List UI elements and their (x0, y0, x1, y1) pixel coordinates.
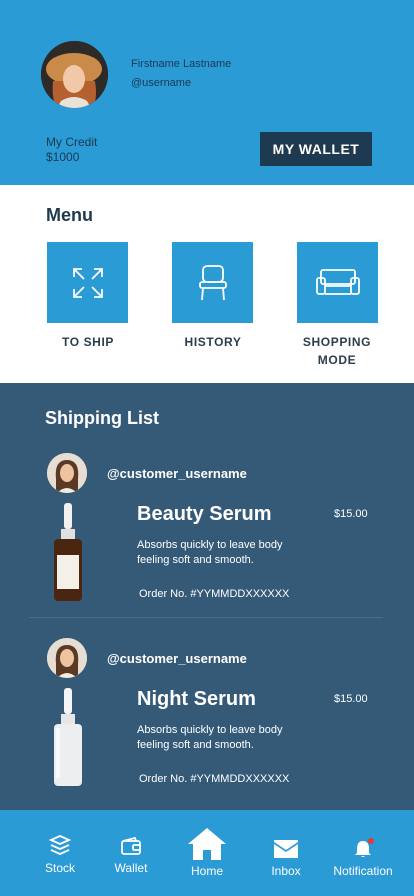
profile-header: Firstname Lastname @username My Credit $… (0, 0, 414, 185)
to-ship-tile[interactable] (47, 242, 128, 323)
menu-section: Menu TO SHIP HISTORY SHOPPING MODE (0, 185, 414, 383)
nav-stock-label: Stock (44, 861, 75, 875)
expand-arrows-icon (72, 267, 103, 298)
order-number: Order No. #YYMMDDXXXXXX (139, 588, 290, 600)
profile-handle: @username (131, 77, 192, 89)
credit-label: My Credit (46, 135, 98, 149)
credit-value: $1000 (46, 150, 80, 164)
nav-home-label: Home (190, 864, 223, 878)
nav-home[interactable]: Home (177, 810, 237, 896)
customer-avatar (47, 453, 87, 493)
shipping-list-section: Shipping List @customer_username Beauty … (0, 383, 414, 810)
serum-bottle-white (54, 688, 82, 786)
nav-inbox[interactable]: Inbox (256, 810, 316, 896)
nav-wallet-label: Wallet (114, 861, 148, 875)
history-tile[interactable] (172, 242, 253, 323)
serum-bottle-amber (54, 503, 82, 601)
profile-name: Firstname Lastname (131, 58, 232, 70)
customer-avatar (47, 638, 87, 678)
order-divider (29, 617, 383, 618)
sofa-icon (315, 268, 360, 295)
product-description: Absorbs quickly to leave body feeling so… (137, 539, 283, 566)
home-icon (188, 828, 226, 860)
order-number: Order No. #YYMMDDXXXXXX (139, 773, 290, 785)
customer-username: @customer_username (107, 651, 247, 666)
product-name: Night Serum (137, 688, 256, 710)
credit-block: My Credit $1000 (46, 135, 97, 165)
layers-icon (49, 835, 71, 855)
product-name: Beauty Serum (137, 503, 272, 525)
profile-avatar[interactable] (41, 41, 108, 108)
nav-inbox-label: Inbox (271, 864, 301, 878)
customer-username: @customer_username (107, 466, 247, 481)
shopping-mode-tile[interactable] (297, 242, 378, 323)
order-card[interactable]: @customer_username Night Serum $15.00 Ab… (0, 638, 414, 808)
chair-icon (198, 264, 227, 300)
nav-notification-label: Notification (333, 864, 393, 878)
bottom-nav: Stock Wallet Home Inbox Notification (0, 810, 414, 896)
product-price: $15.00 (334, 693, 368, 705)
shopping-label-line2: MODE (317, 353, 357, 367)
nav-notification[interactable]: Notification (324, 810, 402, 896)
wallet-icon (121, 836, 141, 855)
envelope-icon (274, 840, 298, 858)
notification-badge (368, 838, 374, 844)
nav-wallet[interactable]: Wallet (101, 810, 161, 896)
shopping-label-line1: SHOPPING (302, 335, 372, 349)
menu-title: Menu (46, 205, 93, 225)
nav-stock[interactable]: Stock (30, 810, 90, 896)
shopping-mode-label: SHOPPING MODE (277, 333, 397, 369)
shipping-list-title: Shipping List (45, 408, 159, 428)
history-label: HISTORY (184, 335, 242, 349)
order-card[interactable]: @customer_username Beauty Serum $15.00 A… (0, 453, 414, 623)
to-ship-label: TO SHIP (62, 335, 114, 349)
my-wallet-button[interactable]: MY WALLET (260, 132, 372, 166)
product-description: Absorbs quickly to leave body feeling so… (137, 724, 283, 751)
product-price: $15.00 (334, 508, 368, 520)
bell-icon-wrap (354, 838, 374, 858)
